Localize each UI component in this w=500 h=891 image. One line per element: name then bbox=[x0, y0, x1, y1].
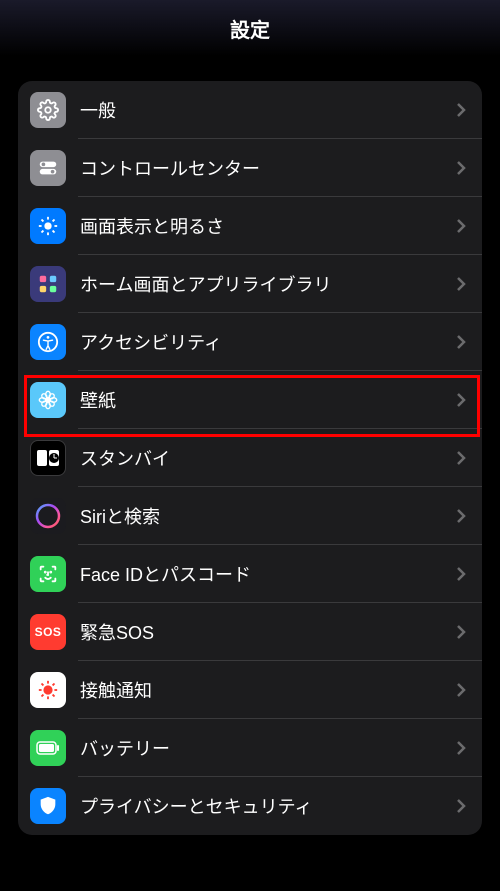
row-home-screen[interactable]: ホーム画面とアプリライブラリ bbox=[18, 255, 482, 313]
row-exposure[interactable]: 接触通知 bbox=[18, 661, 482, 719]
row-label: 緊急SOS bbox=[80, 619, 456, 645]
siri-icon bbox=[30, 498, 66, 534]
flower-icon bbox=[30, 382, 66, 418]
row-label: 壁紙 bbox=[80, 387, 456, 413]
exposure-icon bbox=[30, 672, 66, 708]
row-label: Face IDとパスコード bbox=[80, 561, 456, 587]
row-general[interactable]: 一般 bbox=[18, 81, 482, 139]
chevron-right-icon bbox=[456, 798, 466, 814]
row-label: スタンバイ bbox=[80, 445, 456, 471]
chevron-right-icon bbox=[456, 276, 466, 292]
row-label: プライバシーとセキュリティ bbox=[80, 793, 456, 819]
chevron-right-icon bbox=[456, 624, 466, 640]
chevron-right-icon bbox=[456, 102, 466, 118]
gear-icon bbox=[30, 92, 66, 128]
chevron-right-icon bbox=[456, 566, 466, 582]
row-control-center[interactable]: コントロールセンター bbox=[18, 139, 482, 197]
row-standby[interactable]: スタンバイ bbox=[18, 429, 482, 487]
chevron-right-icon bbox=[456, 392, 466, 408]
row-label: アクセシビリティ bbox=[80, 329, 456, 355]
battery-icon bbox=[30, 730, 66, 766]
row-label: バッテリー bbox=[80, 735, 456, 761]
chevron-right-icon bbox=[456, 218, 466, 234]
chevron-right-icon bbox=[456, 508, 466, 524]
settings-list: 一般 コントロールセンター 画面表示と明るさ ホーム画面とアプリライブラリ アク… bbox=[18, 81, 482, 835]
grid-icon bbox=[30, 266, 66, 302]
faceid-icon bbox=[30, 556, 66, 592]
row-battery[interactable]: バッテリー bbox=[18, 719, 482, 777]
row-label: Siriと検索 bbox=[80, 503, 456, 529]
sos-icon: SOS bbox=[30, 614, 66, 650]
brightness-icon bbox=[30, 208, 66, 244]
row-accessibility[interactable]: アクセシビリティ bbox=[18, 313, 482, 371]
toggles-icon bbox=[30, 150, 66, 186]
row-faceid[interactable]: Face IDとパスコード bbox=[18, 545, 482, 603]
row-label: 画面表示と明るさ bbox=[80, 213, 456, 239]
standby-icon bbox=[30, 440, 66, 476]
chevron-right-icon bbox=[456, 334, 466, 350]
row-label: 接触通知 bbox=[80, 677, 456, 703]
row-display[interactable]: 画面表示と明るさ bbox=[18, 197, 482, 255]
header: 設定 bbox=[0, 0, 500, 56]
chevron-right-icon bbox=[456, 450, 466, 466]
row-emergency-sos[interactable]: SOS 緊急SOS bbox=[18, 603, 482, 661]
chevron-right-icon bbox=[456, 160, 466, 176]
row-label: コントロールセンター bbox=[80, 155, 456, 181]
privacy-icon bbox=[30, 788, 66, 824]
page-title: 設定 bbox=[230, 14, 270, 43]
chevron-right-icon bbox=[456, 740, 466, 756]
chevron-right-icon bbox=[456, 682, 466, 698]
row-label: 一般 bbox=[80, 97, 456, 123]
row-label: ホーム画面とアプリライブラリ bbox=[80, 271, 456, 297]
accessibility-icon bbox=[30, 324, 66, 360]
row-siri[interactable]: Siriと検索 bbox=[18, 487, 482, 545]
row-privacy[interactable]: プライバシーとセキュリティ bbox=[18, 777, 482, 835]
row-wallpaper[interactable]: 壁紙 bbox=[18, 371, 482, 429]
